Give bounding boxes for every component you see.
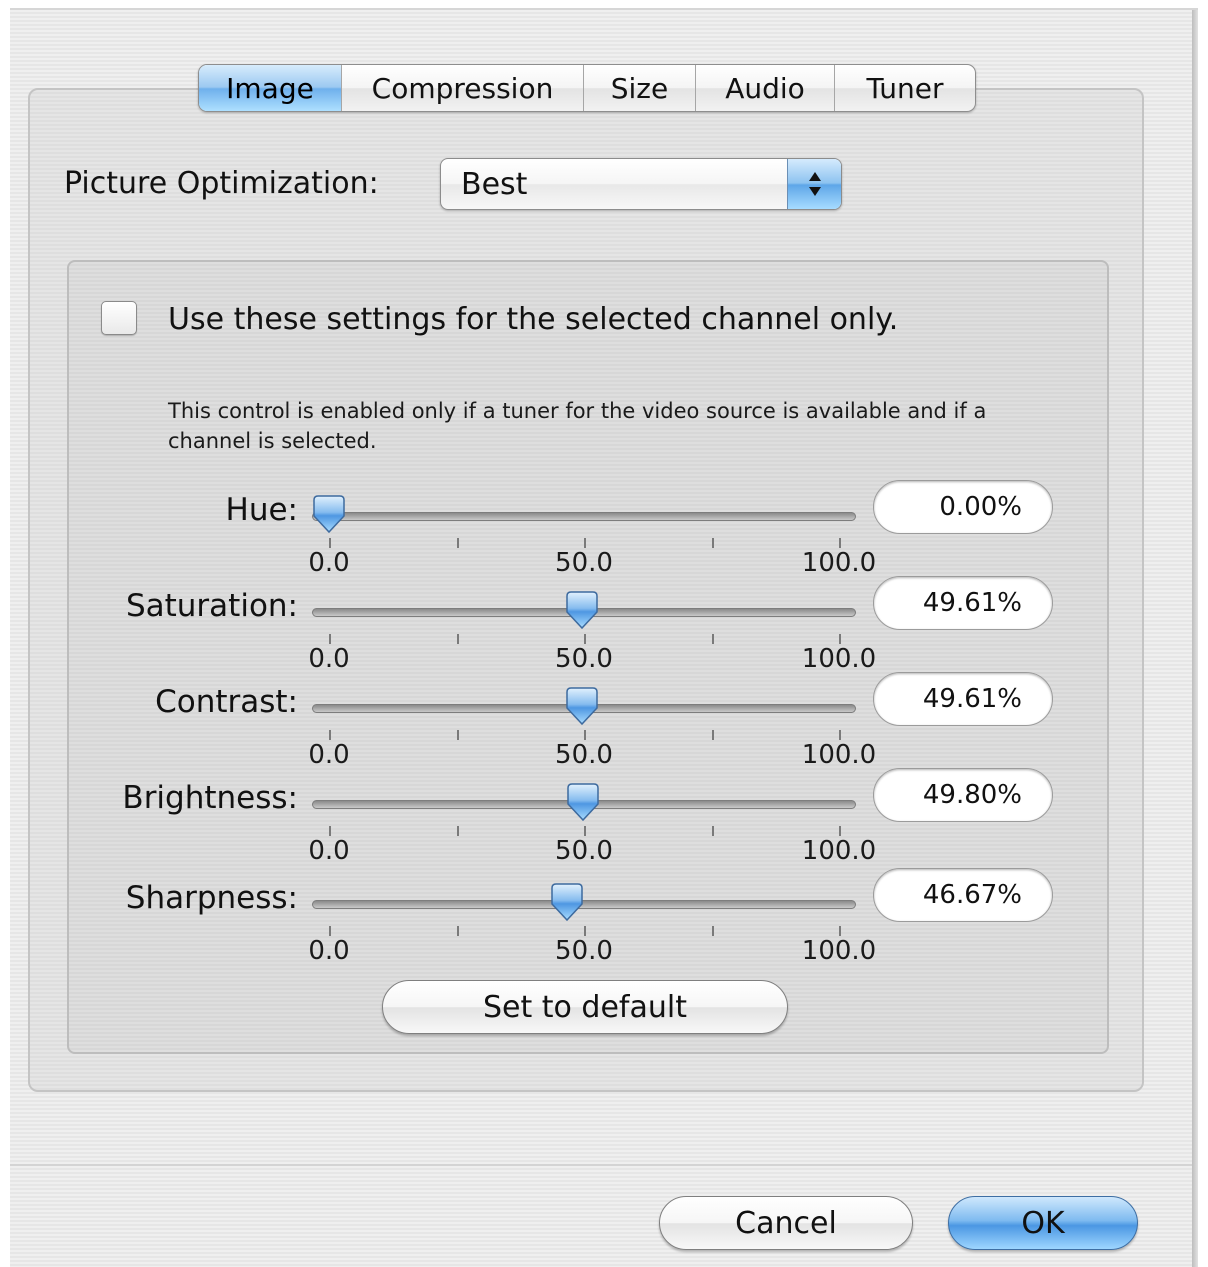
slider-tick — [329, 538, 331, 548]
channel-only-checkbox[interactable] — [101, 301, 137, 335]
slider-tick — [329, 826, 331, 836]
slider-tick — [456, 926, 459, 936]
slider-tick — [584, 538, 586, 548]
slider-row: Saturation: 0.0 50.0 100.0 49.61% — [0, 576, 1208, 684]
slider-tick — [839, 634, 841, 644]
slider-tick — [329, 926, 331, 936]
slider-value-field[interactable]: 49.61% — [873, 576, 1053, 630]
slider-tick — [329, 634, 331, 644]
slider-thumb[interactable] — [565, 782, 601, 822]
slider-tick-label: 0.0 — [308, 644, 350, 674]
slider-value-field[interactable]: 49.61% — [873, 672, 1053, 726]
slider-tick — [584, 730, 586, 740]
slider-tick — [839, 538, 841, 548]
slider-label: Brightness: — [122, 780, 298, 816]
slider-tick — [839, 826, 841, 836]
footer-divider — [10, 1164, 1192, 1166]
tab-image[interactable]: Image — [199, 65, 341, 111]
slider-tick — [456, 730, 459, 740]
slider-tick-label: 100.0 — [801, 548, 877, 578]
slider-tick-label: 50.0 — [555, 644, 613, 674]
slider-tick-label: 50.0 — [555, 936, 613, 966]
slider-value-field[interactable]: 0.00% — [873, 480, 1053, 534]
slider-tick — [456, 634, 459, 644]
slider-tick — [711, 730, 714, 740]
tab-size[interactable]: Size — [583, 65, 695, 111]
tab-tuner[interactable]: Tuner — [834, 65, 975, 111]
slider-tick-label: 100.0 — [801, 836, 877, 866]
slider-thumb[interactable] — [311, 494, 347, 534]
slider-tick-label: 50.0 — [555, 740, 613, 770]
popup-arrows-icon — [787, 159, 841, 209]
slider-tick-label: 0.0 — [308, 548, 350, 578]
slider-value-field[interactable]: 49.80% — [873, 768, 1053, 822]
channel-only-label: Use these settings for the selected chan… — [168, 302, 899, 337]
slider-tick-label: 0.0 — [308, 836, 350, 866]
slider-label: Saturation: — [125, 588, 298, 624]
slider-tick-label: 50.0 — [555, 548, 613, 578]
slider-tick — [584, 826, 586, 836]
slider-tick — [711, 826, 714, 836]
slider-tick-label: 0.0 — [308, 740, 350, 770]
tab-bar: Image Compression Size Audio Tuner — [198, 64, 976, 112]
slider-row: Contrast: 0.0 50.0 100.0 49.61% — [0, 672, 1208, 780]
slider-row: Brightness: 0.0 50.0 100.0 49.80% — [0, 768, 1208, 876]
slider-value-field[interactable]: 46.67% — [873, 868, 1053, 922]
slider-thumb[interactable] — [564, 590, 600, 630]
slider-label: Contrast: — [155, 684, 298, 720]
slider-tick-label: 100.0 — [801, 936, 877, 966]
popup-selected-value: Best — [461, 167, 528, 202]
slider-label: Sharpness: — [125, 880, 298, 916]
slider-tick-label: 50.0 — [555, 836, 613, 866]
slider-tick — [329, 730, 331, 740]
slider-tick — [456, 538, 459, 548]
slider-tick — [456, 826, 459, 836]
picture-optimization-popup[interactable]: Best — [440, 158, 842, 210]
slider-label: Hue: — [225, 492, 298, 528]
slider-tick-label: 100.0 — [801, 740, 877, 770]
slider-tick — [584, 634, 586, 644]
slider-tick — [711, 634, 714, 644]
slider-track[interactable] — [312, 512, 856, 521]
slider-tick — [584, 926, 586, 936]
slider-tick — [711, 926, 714, 936]
tuner-note: This control is enabled only if a tuner … — [168, 399, 987, 453]
slider-tick — [839, 730, 841, 740]
slider-tick-label: 100.0 — [801, 644, 877, 674]
slider-tick — [711, 538, 714, 548]
slider-thumb[interactable] — [549, 882, 585, 922]
slider-row: Hue: 0.0 50.0 100.0 0.00% — [0, 480, 1208, 588]
slider-row: Sharpness: 0.0 50.0 100.0 46.67% — [0, 868, 1208, 976]
tab-compression[interactable]: Compression — [341, 65, 583, 111]
tab-audio[interactable]: Audio — [695, 65, 834, 111]
set-to-default-button[interactable]: Set to default — [382, 980, 788, 1034]
ok-button[interactable]: OK — [948, 1196, 1138, 1250]
slider-tick-label: 0.0 — [308, 936, 350, 966]
picture-optimization-label: Picture Optimization: — [64, 166, 379, 201]
cancel-button[interactable]: Cancel — [659, 1196, 913, 1250]
slider-tick — [839, 926, 841, 936]
slider-thumb[interactable] — [564, 686, 600, 726]
